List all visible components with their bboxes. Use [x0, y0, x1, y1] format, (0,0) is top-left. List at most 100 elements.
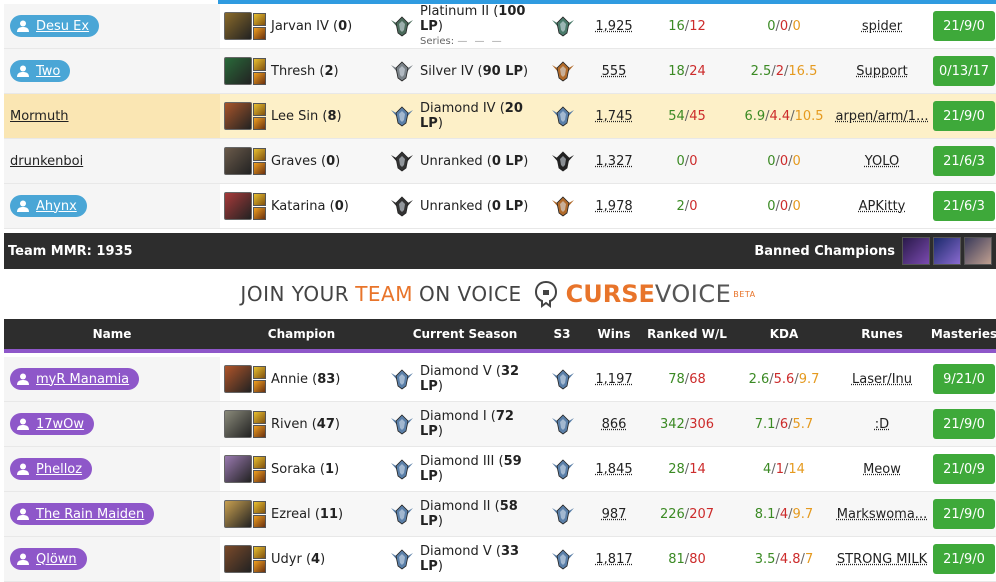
masteries-button[interactable]: 21/9/0: [933, 544, 995, 574]
season-cell: Unranked (0 LP): [390, 184, 540, 228]
runes-page[interactable]: Markswoma...: [834, 492, 930, 536]
champion-name: Thresh (2): [271, 64, 339, 79]
tier-icon: [390, 458, 414, 480]
summoner-link[interactable]: Ahynx: [10, 195, 87, 217]
champion-name: Riven (47): [271, 417, 340, 432]
masteries-button[interactable]: 21/6/3: [933, 191, 995, 221]
champion-portrait[interactable]: [224, 102, 252, 130]
champion-name: Graves (0): [271, 154, 340, 169]
summoner-spell-2[interactable]: [253, 207, 266, 220]
banned-champion-1[interactable]: [902, 237, 930, 265]
summoner-spell-2[interactable]: [253, 162, 266, 175]
runes-page[interactable]: arpen/arm/1...: [834, 94, 930, 138]
champion-portrait[interactable]: [224, 500, 252, 528]
masteries-button[interactable]: 21/9/0: [933, 11, 995, 41]
masteries-button[interactable]: 21/0/9: [933, 454, 995, 484]
header-season[interactable]: Current Season: [390, 319, 540, 349]
masteries-cell: 21/0/9: [932, 447, 996, 491]
tier-name: Unranked: [420, 199, 483, 214]
summoner-link[interactable]: Two: [10, 60, 70, 82]
summoner-spell-1[interactable]: [253, 58, 266, 71]
masteries-button[interactable]: 21/9/0: [933, 499, 995, 529]
runes-page[interactable]: :D: [834, 402, 930, 446]
masteries-cell: 21/9/0: [932, 492, 996, 536]
summoner-link[interactable]: drunkenboi: [10, 154, 83, 169]
masteries-button[interactable]: 21/6/3: [933, 146, 995, 176]
tier-name: Diamond IV: [420, 101, 496, 116]
runes-page[interactable]: spider: [834, 4, 930, 48]
runes-page[interactable]: YOLO: [834, 139, 930, 183]
user-icon: [16, 462, 30, 476]
summoner-spell-1[interactable]: [253, 411, 266, 424]
runes-page[interactable]: APKitty: [834, 184, 930, 228]
champion-portrait[interactable]: [224, 410, 252, 438]
champion-portrait[interactable]: [224, 57, 252, 85]
header-champion[interactable]: Champion: [224, 319, 379, 349]
champion-portrait[interactable]: [224, 455, 252, 483]
masteries-button[interactable]: 0/13/17: [933, 56, 995, 86]
ranked-wl: 81/80: [647, 537, 727, 581]
s3-tier-icon: [551, 60, 573, 82]
summoner-link[interactable]: 17wOw: [10, 413, 94, 435]
runes-page[interactable]: Meow: [834, 447, 930, 491]
summoner-spell-1[interactable]: [253, 501, 266, 514]
champion-portrait[interactable]: [224, 192, 252, 220]
user-icon: [16, 417, 30, 431]
cursevoice-banner[interactable]: JOIN YOUR TEAM ON VOICE CURSE VOICE BETA: [0, 272, 996, 316]
masteries-button[interactable]: 9/21/0: [933, 364, 995, 394]
kda: 2.5/2/16.5: [734, 49, 834, 93]
summoner-link[interactable]: myR Manamia: [10, 368, 139, 390]
summoner-link[interactable]: Phelloz: [10, 458, 92, 480]
champion-name: Udyr (4): [271, 552, 325, 567]
summoner-spell-1[interactable]: [253, 456, 266, 469]
header-name[interactable]: Name: [4, 319, 220, 349]
runes-page[interactable]: Laser/Inu: [834, 357, 930, 401]
summoner-link[interactable]: The Rain Maiden: [10, 503, 154, 525]
wins: 1,197: [584, 357, 644, 401]
champion-name: Annie (83): [271, 372, 340, 387]
champion-portrait[interactable]: [224, 147, 252, 175]
banned-champion-3[interactable]: [964, 237, 992, 265]
summoner-spell-2[interactable]: [253, 72, 266, 85]
champion-portrait[interactable]: [224, 12, 252, 40]
summoner-spell-1[interactable]: [253, 103, 266, 116]
masteries-button[interactable]: 21/9/0: [933, 409, 995, 439]
champion-portrait[interactable]: [224, 365, 252, 393]
banned-champion-2[interactable]: [933, 237, 961, 265]
summoner-spell-2[interactable]: [253, 425, 266, 438]
runes-page[interactable]: STRONG MILK: [834, 537, 930, 581]
header-runes[interactable]: Runes: [834, 319, 930, 349]
summoner-spell-1[interactable]: [253, 366, 266, 379]
summoner-spell-2[interactable]: [253, 117, 266, 130]
masteries-button[interactable]: 21/9/0: [933, 101, 995, 131]
summoner-spell-2[interactable]: [253, 470, 266, 483]
summoner-spell-1[interactable]: [253, 546, 266, 559]
summoner-spell-1[interactable]: [253, 193, 266, 206]
banned-label: Banned Champions: [754, 244, 895, 259]
masteries-cell: 0/13/17: [932, 49, 996, 93]
promo-text-1: JOIN YOUR: [240, 282, 349, 306]
summoner-spells: [253, 365, 266, 393]
header-masteries[interactable]: Masteries: [932, 319, 996, 349]
header-s3[interactable]: S3: [547, 319, 577, 349]
summoner-spell-2[interactable]: [253, 560, 266, 573]
summoner-spell-2[interactable]: [253, 27, 266, 40]
header-wins[interactable]: Wins: [584, 319, 644, 349]
header-kda[interactable]: KDA: [734, 319, 834, 349]
summoner-spell-2[interactable]: [253, 515, 266, 528]
summoner-spell-2[interactable]: [253, 380, 266, 393]
summoner-spell-1[interactable]: [253, 148, 266, 161]
summoner-link[interactable]: Mormuth: [10, 109, 69, 124]
header-ranked[interactable]: Ranked W/L: [647, 319, 727, 349]
s3-cell: [547, 537, 577, 581]
summoner-name: Ahynx: [36, 199, 77, 214]
summoner-name: Desu Ex: [36, 19, 89, 34]
summoner-link[interactable]: Desu Ex: [10, 15, 99, 37]
summoner-spell-1[interactable]: [253, 13, 266, 26]
runes-page[interactable]: Support: [834, 49, 930, 93]
summoner-link[interactable]: Qlöwn: [10, 548, 87, 570]
masteries-cell: 9/21/0: [932, 357, 996, 401]
champion-name: Lee Sin (8): [271, 109, 342, 124]
name-cell: drunkenboi: [4, 139, 220, 183]
champion-portrait[interactable]: [224, 545, 252, 573]
